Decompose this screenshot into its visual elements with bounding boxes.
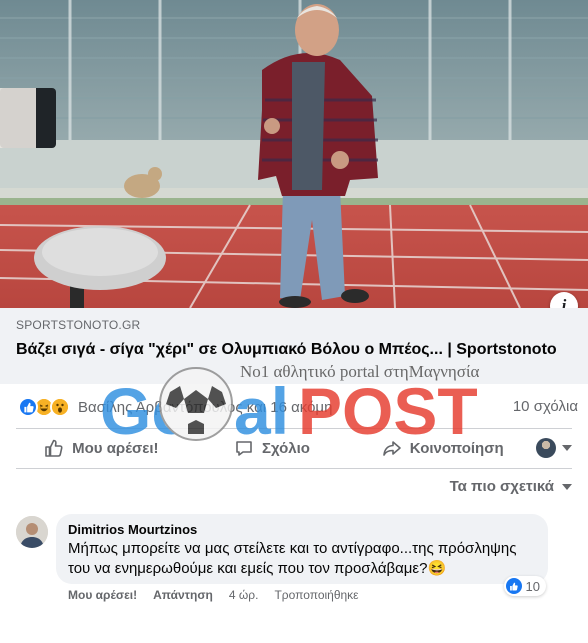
- comment-button[interactable]: Σχόλιο: [187, 438, 358, 458]
- link-preview-image[interactable]: i: [0, 0, 588, 308]
- comment-text: Μήπως μπορείτε να μας στείλετε και το αν…: [68, 540, 517, 577]
- thumbs-up-icon: [45, 439, 63, 457]
- user-photo: [16, 516, 48, 548]
- link-domain: SPORTSTONOTO.GR: [16, 318, 141, 332]
- chevron-down-icon: [562, 445, 573, 451]
- like-button[interactable]: Μου αρέσει!: [16, 438, 187, 458]
- divider: [16, 468, 572, 469]
- share-button[interactable]: Κοινοποίηση: [357, 438, 528, 458]
- stadium-photo: [0, 0, 588, 308]
- chevron-down-icon: [562, 483, 572, 490]
- link-title[interactable]: Βάζει σιγά - σίγα "χέρι" σε Ολυμπιακό Βό…: [16, 339, 572, 360]
- like-reaction-icon: [18, 397, 38, 417]
- comment-author[interactable]: Dimitrios Mourtzinos: [68, 522, 536, 537]
- info-icon: i: [561, 296, 567, 308]
- comment-like-button[interactable]: Μου αρέσει!: [68, 588, 137, 602]
- watermark-tagline: Νο1 αθλητικό portal στηΜαγνησία: [240, 362, 480, 381]
- sort-label: Τα πιο σχετικά: [449, 478, 554, 495]
- avatar[interactable]: [16, 516, 48, 548]
- avatar: [536, 438, 557, 458]
- comment-sort-dropdown[interactable]: Τα πιο σχετικά: [450, 478, 572, 495]
- comment-reaction-count[interactable]: 10: [503, 576, 546, 596]
- comment-timestamp[interactable]: 4 ώρ.: [229, 588, 259, 602]
- reactions-summary[interactable]: Βασίλης Αρβαντόπουλος και 16 ακόμη 10 σχ…: [18, 396, 578, 418]
- divider: [16, 428, 572, 429]
- comments-count[interactable]: 10 σχόλια: [513, 398, 578, 415]
- comment-icon: [236, 441, 252, 456]
- comment-label: Σχόλιο: [262, 439, 310, 457]
- post-action-bar: Μου αρέσει! Σχόλιο Κοινοποίηση: [16, 432, 573, 464]
- share-label: Κοινοποίηση: [409, 439, 504, 457]
- like-label: Μου αρέσει!: [72, 439, 159, 457]
- like-reaction-icon: [505, 578, 522, 594]
- wow-reaction-icon: [50, 397, 70, 417]
- comment-edited-label: Τροποποιήθηκε: [274, 588, 359, 602]
- comment-bubble: Dimitrios Mourtzinos Μήπως μπορείτε να μ…: [56, 514, 548, 584]
- share-icon: [382, 441, 401, 456]
- reactors-text[interactable]: Βασίλης Αρβαντόπουλος και 16 ακόμη: [78, 399, 332, 416]
- comment-actions: Μου αρέσει! Απάντηση 4 ώρ. Τροποποιήθηκε: [68, 588, 359, 602]
- comment-reply-button[interactable]: Απάντηση: [153, 588, 213, 602]
- post-as-selector[interactable]: [528, 438, 573, 458]
- comment-reaction-number: 10: [525, 578, 540, 594]
